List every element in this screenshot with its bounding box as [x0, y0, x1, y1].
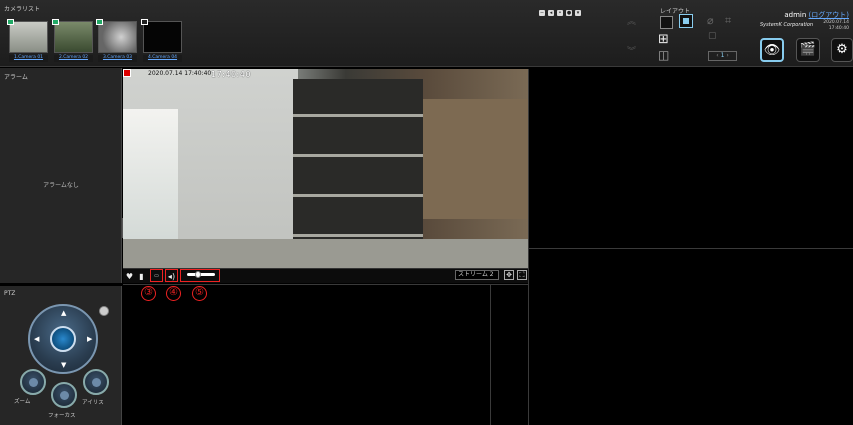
camera-thumb-label[interactable]: 2.Camera 02 [54, 55, 93, 62]
layout-page-selector[interactable]: ‹ 1 › [708, 51, 737, 61]
gear-icon[interactable]: • [557, 10, 563, 16]
pan-up-icon[interactable]: ▲ [61, 309, 66, 317]
alarm-empty-text: アラームなし [43, 182, 79, 189]
ptz-home-icon[interactable] [99, 306, 109, 316]
stream-select[interactable]: ストリーム 2 [455, 270, 499, 280]
pan-right-icon[interactable]: ▶ [87, 335, 92, 343]
chevron-up-icon[interactable]: ︽ [627, 14, 636, 27]
logout-link[interactable]: (ログアウト) [809, 11, 849, 19]
active-tag-icon [96, 19, 103, 25]
pan-left-icon[interactable]: ◀ [34, 335, 39, 343]
recording-icon [123, 69, 131, 77]
pane-divider [123, 284, 528, 285]
active-tag-icon [7, 19, 14, 25]
pane-divider [490, 284, 491, 425]
volume-slider[interactable] [187, 273, 215, 276]
camera-thumb-3[interactable]: 3.Camera 03 [96, 19, 137, 62]
volume-slider-thumb[interactable] [194, 271, 201, 278]
osd-clock: 17:40:40 [211, 70, 251, 79]
camera-thumb-label[interactable]: 3.Camera 03 [98, 55, 137, 62]
layout-quad-icon[interactable]: ⊞ [658, 32, 669, 47]
pane-divider [529, 248, 853, 249]
minus-icon[interactable]: − [539, 10, 545, 16]
inactive-tag-icon [141, 19, 148, 25]
camera-thumb-4[interactable]: 4.Camera 04 [141, 19, 182, 62]
dropdown-icon[interactable]: ▾ [575, 10, 581, 16]
layout-split-icon[interactable]: ◫ [658, 48, 669, 62]
pin-icon[interactable]: ♥ [125, 272, 134, 281]
top-bar: カメラリスト 1.Camera 01 2.Camera 02 3.Camera … [0, 0, 853, 67]
user-box: admin (ログアウト) SystemK Corporation 2020.0… [757, 4, 853, 33]
view-mini-buttons: − ◂ • ● ▾ [539, 10, 581, 16]
iris-knob[interactable] [83, 369, 109, 395]
playback-button[interactable]: 🎬 [796, 38, 820, 62]
callout-4: ④ [166, 286, 181, 301]
snapshot-icon[interactable]: ▮ [137, 272, 146, 281]
ptz-joystick[interactable]: ▲ ▼ ◀ ▶ [28, 304, 98, 374]
link-icon[interactable]: ⌀ [707, 14, 714, 27]
ptz-title: PTZ [4, 290, 16, 297]
focus-knob[interactable] [51, 382, 77, 408]
brand-logo: SystemK Corporation [760, 22, 814, 28]
zoom-knob[interactable] [20, 369, 46, 395]
camera-thumb-2[interactable]: 2.Camera 02 [52, 19, 93, 62]
pan-down-icon[interactable]: ▼ [61, 361, 66, 369]
camera-thumb-1[interactable]: 1.Camera 01 [7, 19, 48, 62]
callout-5: ⑤ [192, 286, 207, 301]
fullscreen-icon[interactable]: ⛶ [517, 270, 527, 280]
user-name: admin (ログアウト) [784, 11, 849, 19]
active-tag-icon [52, 19, 59, 25]
callout-3: ③ [141, 286, 156, 301]
osd-date: 2020.07.14 17:40:40 [148, 70, 212, 77]
camera-thumb-label[interactable]: 4.Camera 04 [143, 55, 182, 62]
layout-1x1-button[interactable] [660, 16, 673, 29]
date-time: 2020.07.14 17:40:40 [823, 20, 849, 31]
alarm-title: アラーム [4, 74, 28, 81]
rewind-icon[interactable]: ◂ [548, 10, 554, 16]
ptz-toggle-icon[interactable]: ✥ [504, 270, 514, 280]
camera-video[interactable]: 2020.07.14 17:40:40 17:40:40 [123, 69, 528, 268]
record-icon[interactable]: ● [566, 10, 572, 16]
zoom-label: ズーム [14, 399, 31, 405]
focus-label: フォーカス [48, 413, 76, 419]
ptz-panel: PTZ ▲ ▼ ◀ ▶ ズーム フォーカス アイリス [0, 286, 122, 425]
layout-2x2-button[interactable] [679, 14, 693, 28]
highlight-box [150, 269, 163, 282]
chevron-down-icon[interactable]: ︾ [627, 44, 636, 57]
ptz-center-button[interactable] [50, 326, 76, 352]
alarm-panel: アラーム アラームなし [0, 68, 122, 283]
settings-button[interactable]: ⚙ [831, 38, 853, 62]
frame-icon[interactable]: ▢ [708, 31, 717, 41]
live-view-button[interactable]: 👁 [760, 38, 784, 62]
camera-thumb-label[interactable]: 1.Camera 01 [9, 55, 48, 62]
iris-label: アイリス [82, 400, 104, 406]
pane-divider [528, 69, 529, 425]
camera-list-title: カメラリスト [4, 6, 41, 13]
highlight-box [165, 269, 178, 282]
expand-icon[interactable]: ⌗ [725, 14, 731, 28]
